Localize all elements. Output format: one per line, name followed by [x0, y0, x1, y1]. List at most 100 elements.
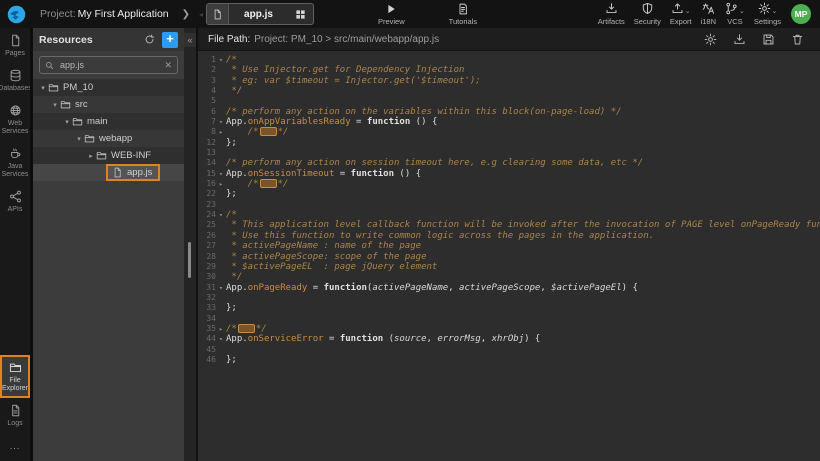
line-number: 33: [198, 303, 216, 313]
code-area[interactable]: 1 ▾ /* 2 * Use Injector.get for Dependen…: [198, 51, 820, 365]
code-line-8[interactable]: 8 ▸ /**/: [198, 127, 820, 137]
fold-collapsed-icon[interactable]: ▸: [216, 179, 226, 189]
code-line-27[interactable]: 27 * activePageName : name of the page: [198, 241, 820, 251]
folded-code-widget[interactable]: [260, 179, 277, 188]
code-line-7[interactable]: 7 ▾ App.onAppVariablesReady = function (…: [198, 117, 820, 127]
code-line-33[interactable]: 33 };: [198, 303, 820, 313]
wavemaker-logo-icon[interactable]: [6, 4, 27, 25]
save-button[interactable]: [762, 33, 775, 46]
sidebar-item-databases[interactable]: Databases: [0, 63, 30, 98]
tree-row-pm-10[interactable]: ▾ PM_10: [33, 79, 184, 96]
line-number: 8: [198, 127, 216, 137]
fold-open-icon[interactable]: ▾: [216, 169, 226, 179]
code-line-13[interactable]: 13: [198, 148, 820, 158]
code-line-15[interactable]: 15 ▾ App.onSessionTimeout = function () …: [198, 169, 820, 179]
refresh-icon[interactable]: [144, 34, 155, 45]
code-line-6[interactable]: 6 /* perform any action on the variables…: [198, 107, 820, 117]
top-right-nav: Artifacts Security ⌄ Export i18N ⌄ VCS ⌄…: [598, 2, 781, 26]
file-icon: [207, 4, 229, 24]
fold-open-icon[interactable]: ▾: [216, 55, 226, 65]
topnav-artifacts[interactable]: Artifacts: [598, 2, 625, 26]
topnav-export[interactable]: ⌄ Export: [670, 2, 692, 26]
code-line-46[interactable]: 46 };: [198, 355, 820, 365]
user-avatar[interactable]: MP: [791, 4, 811, 24]
tree-row-src[interactable]: ▾ src: [33, 96, 184, 113]
sidebar-item-web-services[interactable]: Web Services: [0, 98, 30, 141]
grid-icon[interactable]: [288, 9, 313, 20]
branch-icon: [725, 2, 738, 15]
add-resource-button[interactable]: +: [162, 32, 178, 48]
settings-button[interactable]: [704, 33, 717, 46]
fold-collapsed-icon[interactable]: ▸: [216, 324, 226, 334]
line-number: 46: [198, 355, 216, 365]
expand-arrow-icon[interactable]: ▾: [62, 118, 72, 126]
code-line-26[interactable]: 26 * Use this function to write common l…: [198, 231, 820, 241]
code-line-12[interactable]: 12 };: [198, 138, 820, 148]
code-line-2[interactable]: 2 * Use Injector.get for Dependency Inje…: [198, 65, 820, 75]
code-line-1[interactable]: 1 ▾ /*: [198, 55, 820, 65]
tutorials-button[interactable]: Tutorials: [449, 3, 477, 26]
play-icon: [385, 3, 397, 15]
topnav-security[interactable]: Security: [634, 2, 661, 26]
code-line-34[interactable]: 34: [198, 314, 820, 324]
code-line-24[interactable]: 24 ▾ /*: [198, 210, 820, 220]
collapse-arrow-icon[interactable]: ▸: [86, 152, 96, 160]
code-line-3[interactable]: 3 * eg: var $timeout = Injector.get('$ti…: [198, 76, 820, 86]
topnav-vcs[interactable]: ⌄ VCS: [725, 2, 745, 26]
tab-appjs[interactable]: app.js: [206, 3, 314, 25]
code-line-16[interactable]: 16 ▸ /**/: [198, 179, 820, 189]
line-number: 23: [198, 200, 216, 210]
code-line-30[interactable]: 30 */: [198, 272, 820, 282]
sidebar-item-java-services[interactable]: Java Services: [0, 141, 30, 184]
line-number: 28: [198, 252, 216, 262]
tree-row-web-inf[interactable]: ▸ WEB-INF: [33, 147, 184, 164]
expand-arrow-icon[interactable]: ▾: [50, 101, 60, 109]
fold-open-icon[interactable]: ▾: [216, 334, 226, 344]
code-line-5[interactable]: 5: [198, 96, 820, 106]
fold-open-icon[interactable]: ▾: [216, 210, 226, 220]
code-line-22[interactable]: 22 };: [198, 189, 820, 199]
tab-label: app.js: [229, 9, 288, 20]
code-line-28[interactable]: 28 * activePageScope: scope of the page: [198, 252, 820, 262]
search-input[interactable]: [58, 59, 164, 71]
line-number: 35: [198, 324, 216, 334]
download-button[interactable]: [733, 33, 746, 46]
artifacts-download-icon: [605, 2, 618, 15]
tree-row-app-js[interactable]: app.js: [33, 164, 184, 181]
sidebar-item-logs[interactable]: Logs: [0, 398, 30, 433]
delete-button[interactable]: [791, 33, 804, 46]
tree-row-webapp[interactable]: ▾ webapp: [33, 130, 184, 147]
code-line-35[interactable]: 35 ▸ /**/: [198, 324, 820, 334]
line-number: 7: [198, 117, 216, 127]
expand-arrow-icon[interactable]: ▾: [38, 84, 48, 92]
expand-arrow-icon[interactable]: ▾: [74, 135, 84, 143]
code-line-45[interactable]: 45: [198, 345, 820, 355]
sidebar-item-apis[interactable]: APIs: [0, 184, 30, 219]
line-number: 5: [198, 96, 216, 106]
preview-button[interactable]: Preview: [378, 3, 405, 26]
sidebar-item-pages[interactable]: Pages: [0, 28, 30, 63]
collapse-panel-icon[interactable]: «: [184, 33, 196, 47]
project-breadcrumb: Project:My First Application: [40, 8, 169, 20]
fold-open-icon[interactable]: ▾: [216, 283, 226, 293]
clear-search-icon[interactable]: ✕: [164, 60, 172, 71]
code-line-29[interactable]: 29 * $activePageEL : page jQuery element: [198, 262, 820, 272]
scrollbar-thumb[interactable]: [188, 242, 191, 278]
sidebar-item-file-explorer[interactable]: File Explorer: [0, 355, 30, 398]
tab-scroll-left-icon[interactable]: ◂: [199, 10, 203, 19]
code-line-31[interactable]: 31 ▾ App.onPageReady = function(activePa…: [198, 283, 820, 293]
code-line-32[interactable]: 32: [198, 293, 820, 303]
folded-code-widget[interactable]: [260, 127, 277, 136]
folded-code-widget[interactable]: [238, 324, 255, 333]
topnav-settings[interactable]: ⌄ Settings: [754, 2, 781, 26]
fold-open-icon[interactable]: ▾: [216, 117, 226, 127]
tree-row-main[interactable]: ▾ main: [33, 113, 184, 130]
fold-collapsed-icon[interactable]: ▸: [216, 127, 226, 137]
topnav-i18n[interactable]: i18N: [701, 2, 716, 26]
code-line-23[interactable]: 23: [198, 200, 820, 210]
code-line-25[interactable]: 25 * This application level callback fun…: [198, 221, 820, 231]
more-options-button[interactable]: ...: [0, 433, 30, 461]
code-line-4[interactable]: 4 */: [198, 86, 820, 96]
code-line-44[interactable]: 44 ▾ App.onServiceError = function (sour…: [198, 334, 820, 344]
code-line-14[interactable]: 14 /* perform any action on session time…: [198, 158, 820, 168]
